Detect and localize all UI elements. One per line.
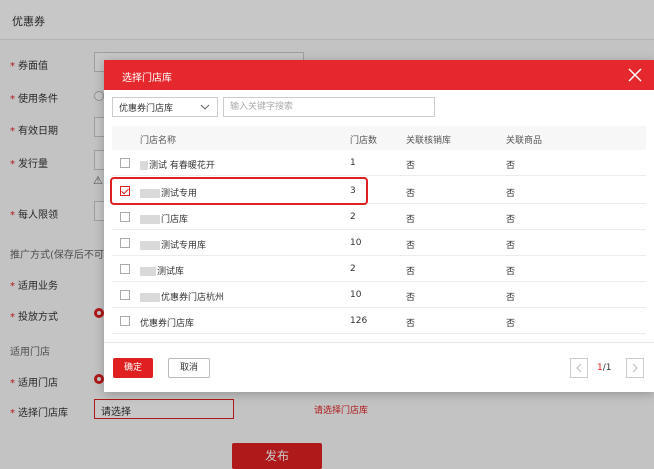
row-linked-lib: 否 (406, 215, 416, 225)
table-row[interactable]: 优惠券门店杭州 10 否 否 (112, 282, 646, 308)
table-row[interactable]: 测试专用库 10 否 否 (112, 230, 646, 256)
row-linked-goods: 否 (506, 293, 516, 303)
column-header-linked-goods: 关联商品 (506, 136, 543, 146)
row-checkbox[interactable] (120, 212, 130, 222)
row-count: 126 (350, 316, 368, 326)
row-linked-goods: 否 (506, 267, 516, 277)
row-linked-lib: 否 (406, 267, 416, 277)
column-header-linked-lib: 关联核销库 (406, 136, 452, 146)
page-prev-button[interactable] (570, 358, 588, 378)
row-linked-lib: 否 (406, 161, 416, 171)
row-count: 10 (350, 290, 362, 300)
row-name: 优惠券门店杭州 (140, 290, 224, 303)
row-linked-goods: 否 (506, 161, 516, 171)
row-linked-goods: 否 (506, 189, 516, 199)
row-name: 门店库 (140, 212, 188, 225)
search-input[interactable] (223, 97, 435, 117)
row-linked-goods: 否 (506, 215, 516, 225)
page-indicator: 1/1 (597, 363, 612, 373)
row-count: 1 (350, 158, 356, 168)
table-row[interactable]: 门店库 2 否 否 (112, 204, 646, 230)
row-linked-lib: 否 (406, 293, 416, 303)
table-row[interactable]: 测试 有春暖花开 1 否 否 (112, 150, 646, 176)
row-count: 10 (350, 238, 362, 248)
row-count: 2 (350, 212, 356, 222)
row-checkbox[interactable] (120, 158, 130, 168)
table-header: 门店名称 门店数 关联核销库 关联商品 (112, 126, 646, 150)
row-linked-goods: 否 (506, 319, 516, 329)
modal-divider (104, 342, 654, 343)
row-checkbox[interactable] (120, 316, 130, 326)
row-name: 测试库 (140, 264, 184, 277)
row-checkbox[interactable] (120, 290, 130, 300)
row-count: 2 (350, 264, 356, 274)
row-name: 测试专用库 (140, 238, 206, 251)
table-row[interactable]: 优惠券门店库 126 否 否 (112, 308, 646, 334)
row-linked-goods: 否 (506, 241, 516, 251)
close-icon[interactable] (626, 66, 644, 84)
modal-title: 选择门店库 (122, 73, 172, 84)
table-row[interactable]: 测试库 2 否 否 (112, 256, 646, 282)
row-linked-lib: 否 (406, 241, 416, 251)
selected-row-highlight (110, 177, 368, 205)
row-linked-lib: 否 (406, 189, 416, 199)
row-name: 优惠券门店库 (140, 319, 195, 329)
chevron-down-icon (199, 101, 211, 116)
store-library-modal: 选择门店库 优惠券门店库 门店名称 门店数 关联核销库 关联商品 测试 有春暖花… (104, 60, 654, 392)
page-next-button[interactable] (626, 358, 644, 378)
row-checkbox[interactable] (120, 238, 130, 248)
library-type-dropdown[interactable]: 优惠券门店库 (112, 97, 218, 117)
row-checkbox[interactable] (120, 264, 130, 274)
column-header-name: 门店名称 (140, 136, 177, 146)
row-linked-lib: 否 (406, 319, 416, 329)
modal-header: 选择门店库 (104, 60, 654, 90)
row-name: 测试 有春暖花开 (140, 158, 215, 171)
column-header-count: 门店数 (350, 136, 378, 146)
cancel-button[interactable]: 取消 (168, 358, 210, 378)
dropdown-value: 优惠券门店库 (119, 104, 174, 114)
confirm-button[interactable]: 确定 (113, 358, 153, 378)
